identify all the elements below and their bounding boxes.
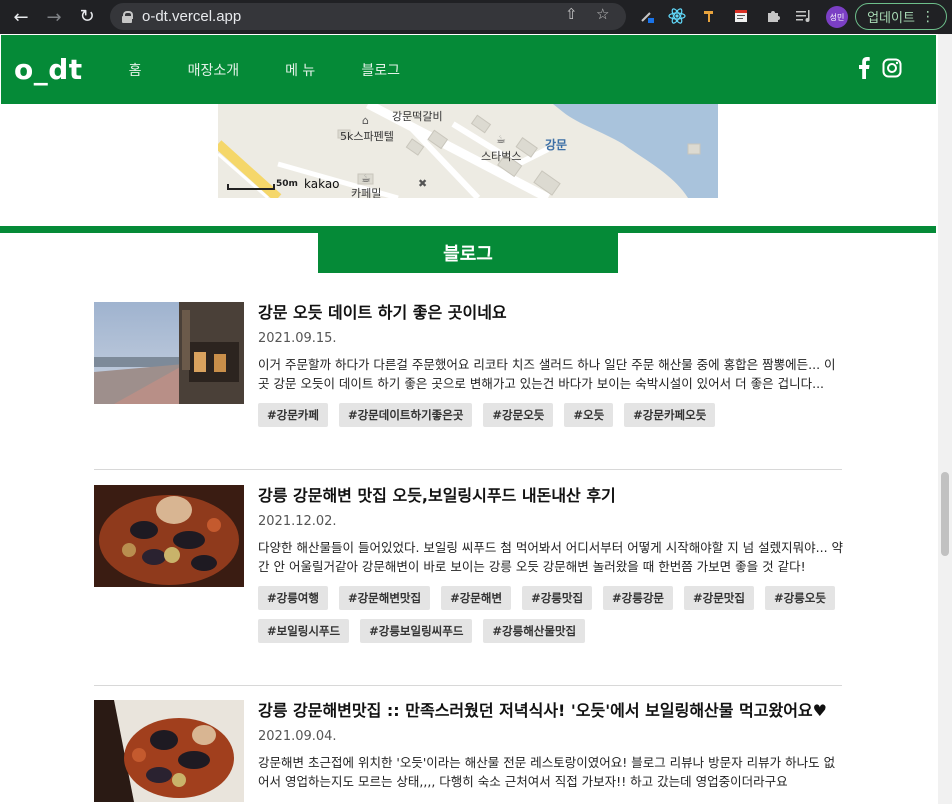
post-tag[interactable]: #보일링시푸드 bbox=[258, 619, 350, 643]
media-playlist-icon[interactable] bbox=[795, 7, 813, 25]
post-tag[interactable]: #강릉맛집 bbox=[522, 586, 593, 610]
kakao-map[interactable]: ⌂ ☕ ☕ ✖ 강문떡갈비 5k스파펜텔 스타벅스 강문 카페밀 50m kak… bbox=[218, 104, 718, 198]
facebook-icon[interactable] bbox=[858, 57, 870, 83]
more-vertical-icon: ⋮ bbox=[920, 8, 935, 25]
post-tag[interactable]: #강릉보일링씨푸드 bbox=[360, 619, 473, 643]
post-tag[interactable]: #오듯 bbox=[564, 403, 614, 427]
eyedropper-extension-icon[interactable] bbox=[638, 7, 656, 25]
blog-section-title: 블로그 bbox=[318, 233, 618, 273]
site-header: o_dt 홈 매장소개 메 뉴 블로그 bbox=[1, 35, 936, 104]
post-tag[interactable]: #강릉여행 bbox=[258, 586, 328, 610]
post-tag[interactable]: #강문카페 bbox=[258, 403, 328, 427]
post-tags: #강문카페 #강문데이트하기좋은곳 #강문오듯 #오듯 #강문카페오듯 bbox=[258, 403, 844, 427]
instagram-icon[interactable] bbox=[882, 58, 902, 82]
bookmark-star-icon[interactable]: ☆ bbox=[596, 5, 609, 23]
post-body: 강릉 강문해변맛집 :: 만족스러웠던 저녁식사! '오듯'에서 보일링해산물 … bbox=[258, 700, 844, 791]
post-excerpt: 강문해변 초근접에 위치한 '오듯'이라는 해산물 전문 레스토랑이였어요! 블… bbox=[258, 755, 836, 789]
post-date: 2021.09.04. bbox=[258, 729, 337, 744]
extensions-puzzle-icon[interactable] bbox=[764, 7, 782, 25]
map-label-starbucks: 스타벅스 bbox=[481, 150, 522, 163]
post-body: 강문 오듯 데이트 하기 좋은 곳이네요 2021.09.15. 이거 주문할까… bbox=[258, 302, 844, 427]
post-excerpt: 다양한 해산물들이 들어있었다. 보일링 씨푸드 첨 먹어봐서 어디서부터 어떻… bbox=[258, 540, 844, 574]
cafe-poi-icon-2: ☕ bbox=[361, 172, 371, 185]
map-label-cafe: 카페밀 bbox=[351, 187, 382, 198]
address-bar[interactable]: o-dt.vercel.app bbox=[110, 3, 626, 30]
page-viewport: ⌂ ☕ ☕ ✖ 강문떡갈비 5k스파펜텔 스타벅스 강문 카페밀 50m kak… bbox=[0, 34, 952, 804]
post-date: 2021.09.15. bbox=[258, 331, 337, 346]
scrollbar-thumb[interactable] bbox=[941, 472, 949, 556]
post-excerpt: 이거 주문할까 하다가 다른걸 주문했어요 리코타 치즈 샐러드 하나 일단 주… bbox=[258, 357, 836, 391]
blog-post[interactable]: 강문 오듯 데이트 하기 좋은 곳이네요 2021.09.15. 이거 주문할까… bbox=[94, 302, 842, 452]
post-tag[interactable]: #강문카페오듯 bbox=[624, 403, 716, 427]
social-links bbox=[858, 57, 902, 83]
react-devtools-icon[interactable] bbox=[668, 7, 686, 25]
post-thumbnail[interactable] bbox=[94, 302, 244, 404]
site-logo[interactable]: o_dt bbox=[14, 53, 83, 86]
post-tag[interactable]: #강문데이트하기좋은곳 bbox=[338, 403, 473, 427]
url-text: o-dt.vercel.app bbox=[142, 8, 242, 25]
section-divider bbox=[0, 226, 936, 233]
post-thumbnail[interactable] bbox=[94, 485, 244, 587]
post-tag[interactable]: #강릉해산물맛집 bbox=[483, 619, 586, 643]
post-tag[interactable]: #강릉오듯 bbox=[764, 586, 835, 610]
lock-icon bbox=[122, 10, 133, 23]
map-provider-logo: kakao bbox=[304, 177, 340, 191]
post-tag[interactable]: #강문해변맛집 bbox=[338, 586, 431, 610]
forward-arrow-icon[interactable]: → bbox=[42, 5, 66, 29]
map-label-gangmun: 강문 bbox=[545, 138, 568, 152]
share-icon[interactable]: ⇧ bbox=[565, 5, 578, 23]
post-date: 2021.12.02. bbox=[258, 514, 337, 529]
post-divider bbox=[94, 469, 842, 470]
browser-toolbar: ← → ↻ o-dt.vercel.app ⇧ ☆ 성민 업데이트 ⋮ bbox=[0, 0, 952, 34]
back-arrow-icon[interactable]: ← bbox=[9, 5, 33, 29]
profile-avatar[interactable]: 성민 bbox=[826, 6, 848, 28]
hammer-extension-icon[interactable] bbox=[700, 7, 718, 25]
reload-icon[interactable]: ↻ bbox=[75, 4, 99, 28]
nav-home[interactable]: 홈 bbox=[129, 60, 142, 80]
nav-store-intro[interactable]: 매장소개 bbox=[188, 60, 240, 80]
post-title[interactable]: 강릉 강문해변 맛집 오듯,보일링시푸드 내돈내산 후기 bbox=[258, 485, 844, 507]
hotel-poi-icon: ⌂ bbox=[362, 114, 369, 127]
notes-extension-icon[interactable] bbox=[732, 7, 750, 25]
post-tag[interactable]: #강문해변 bbox=[441, 586, 512, 610]
blog-post[interactable]: 강릉 강문해변 맛집 오듯,보일링시푸드 내돈내산 후기 2021.12.02.… bbox=[94, 485, 844, 670]
main-nav: 홈 매장소개 메 뉴 블로그 bbox=[109, 60, 426, 80]
restaurant-poi-icon: ✖ bbox=[418, 177, 427, 190]
cafe-poi-icon: ☕ bbox=[496, 133, 506, 146]
page-scrollbar[interactable] bbox=[938, 34, 952, 804]
update-button[interactable]: 업데이트 ⋮ bbox=[855, 3, 947, 30]
post-body: 강릉 강문해변 맛집 오듯,보일링시푸드 내돈내산 후기 2021.12.02.… bbox=[258, 485, 844, 643]
update-button-label: 업데이트 bbox=[867, 11, 915, 26]
map-scale-label: 50m bbox=[276, 179, 298, 189]
map-label-pension: 5k스파펜텔 bbox=[340, 130, 394, 143]
post-thumbnail[interactable] bbox=[94, 700, 244, 802]
map-label-galbi: 강문떡갈비 bbox=[392, 110, 443, 123]
post-tag[interactable]: #강릉강문 bbox=[603, 586, 673, 610]
post-title[interactable]: 강릉 강문해변맛집 :: 만족스러웠던 저녁식사! '오듯'에서 보일링해산물 … bbox=[258, 700, 844, 722]
nav-blog[interactable]: 블로그 bbox=[361, 60, 400, 80]
post-tag[interactable]: #강문맛집 bbox=[684, 586, 754, 610]
post-tag[interactable]: #강문오듯 bbox=[483, 403, 554, 427]
post-divider bbox=[94, 685, 842, 686]
post-title[interactable]: 강문 오듯 데이트 하기 좋은 곳이네요 bbox=[258, 302, 844, 324]
nav-menu[interactable]: 메 뉴 bbox=[285, 60, 315, 80]
post-tags: #강릉여행 #강문해변맛집 #강문해변 #강릉맛집 #강릉강문 #강문맛집 #강… bbox=[258, 586, 844, 643]
blog-post[interactable]: 강릉 강문해변맛집 :: 만족스러웠던 저녁식사! '오듯'에서 보일링해산물 … bbox=[94, 700, 842, 804]
